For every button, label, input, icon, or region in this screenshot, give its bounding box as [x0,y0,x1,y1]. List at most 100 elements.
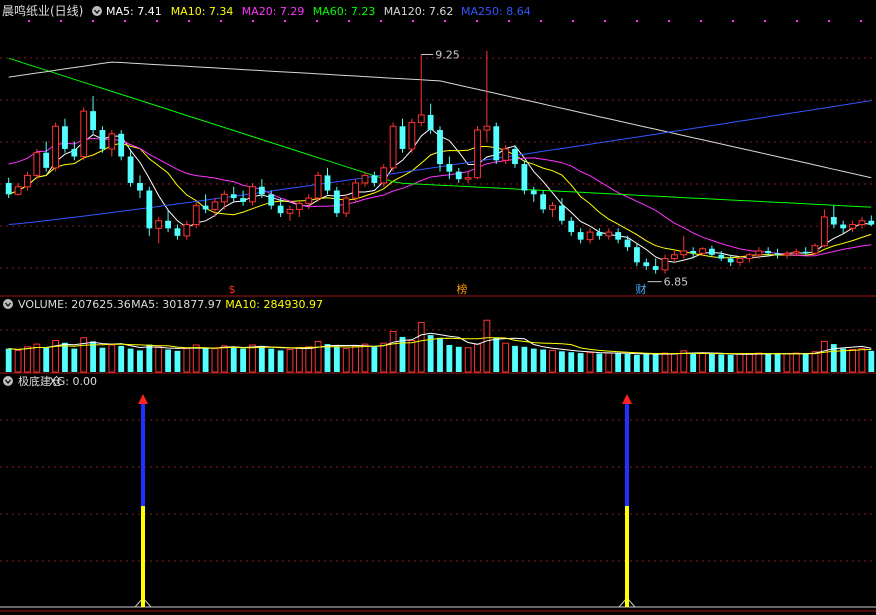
candle-body[interactable] [268,194,275,206]
volume-bar[interactable] [755,352,763,373]
candle-body[interactable] [586,231,594,241]
candle-body[interactable] [792,251,800,254]
candle-body[interactable] [399,126,406,149]
candle-body[interactable] [249,186,256,203]
candle-body[interactable] [33,152,41,176]
candle-body[interactable] [680,250,688,256]
volume-bar[interactable] [512,345,518,372]
candle-body[interactable] [71,148,78,157]
candle-body[interactable] [277,205,284,214]
volume-bar[interactable] [446,345,453,372]
volume-bar[interactable] [530,348,537,372]
volume-bar[interactable] [577,353,584,372]
volume-bar[interactable] [493,337,500,372]
candle-body[interactable] [155,220,163,229]
candle-body[interactable] [427,114,434,131]
candle-body[interactable] [643,262,650,267]
volume-bar[interactable] [155,346,163,373]
volume-bar[interactable] [709,354,715,372]
candle-body[interactable] [62,126,68,149]
candle-body[interactable] [437,130,443,165]
volume-bar[interactable] [62,342,68,372]
candle-body[interactable] [314,174,322,199]
volume-bar[interactable] [314,340,322,373]
volume-bar[interactable] [249,344,256,373]
volume-bar[interactable] [437,337,443,372]
candle-body[interactable] [821,216,828,247]
candle-body[interactable] [755,250,763,256]
candle-body[interactable] [868,220,875,225]
candle-body[interactable] [464,177,472,180]
candle-body[interactable] [52,125,59,169]
volume-bar[interactable] [802,353,809,372]
volume-bars[interactable] [5,319,875,373]
candle-body[interactable] [137,182,143,191]
candle-body[interactable] [849,224,856,229]
volume-bar[interactable] [615,353,622,372]
volume-bar[interactable] [33,343,41,373]
volume-bar[interactable] [549,349,556,373]
candle-body[interactable] [699,248,706,254]
candle-body[interactable] [408,121,416,150]
candle-body[interactable] [802,251,809,254]
volume-bar[interactable] [661,352,669,373]
volume-bar[interactable] [183,348,191,373]
volume-bar[interactable] [868,350,875,372]
candle-body[interactable] [858,220,866,226]
volume-bar[interactable] [474,343,481,373]
volume-bar[interactable] [792,352,800,373]
volume-bar[interactable] [71,348,78,372]
candle-body[interactable] [830,216,837,225]
volume-bar[interactable] [680,350,688,373]
candle-body[interactable] [342,197,350,214]
candle-body[interactable] [417,114,425,123]
candle-body[interactable] [230,194,237,199]
volume-bar[interactable] [765,354,772,372]
candle-body[interactable] [258,186,265,195]
volume-bar[interactable] [455,346,462,372]
candle-body[interactable] [211,201,219,210]
candle-body[interactable] [118,133,125,157]
volume-bar[interactable] [483,319,491,373]
volume-bar[interactable] [5,348,12,372]
candle-body[interactable] [146,190,153,229]
volume-bar[interactable] [90,341,96,372]
candle-body[interactable] [43,152,50,168]
candle-body[interactable] [5,182,12,195]
candle-body[interactable] [568,220,575,233]
candle-body[interactable] [709,248,715,255]
candle-body[interactable] [652,266,659,270]
candle-body[interactable] [305,197,313,204]
volume-bar[interactable] [14,349,22,373]
candle-body[interactable] [90,111,96,131]
candle-body[interactable] [174,228,181,236]
volume-bar[interactable] [258,345,265,372]
candle-body[interactable] [295,202,303,210]
candle-body[interactable] [690,250,697,254]
candle-body[interactable] [577,232,584,240]
candle-body[interactable] [371,175,378,183]
candle-body[interactable] [99,130,106,149]
candle-body[interactable] [718,254,725,259]
circle-collapse-icon[interactable] [3,299,13,309]
candle-body[interactable] [615,232,622,240]
volume-bar[interactable] [277,350,284,372]
candle-body[interactable] [446,164,453,172]
volume-bar[interactable] [652,354,659,372]
volume-bar[interactable] [211,348,219,373]
volume-bar[interactable] [371,346,378,372]
candle-body[interactable] [352,182,360,199]
volume-bar[interactable] [165,349,171,373]
circle-collapse-icon[interactable] [3,376,13,386]
volume-bar[interactable] [521,346,528,372]
volume-bar[interactable] [811,351,819,373]
volume-bar[interactable] [736,353,744,373]
volume-bar[interactable] [821,340,828,373]
volume-bar[interactable] [464,347,472,373]
volume-bar[interactable] [596,353,603,372]
volume-bar[interactable] [840,348,847,372]
volume-bar[interactable] [727,354,734,372]
candle-body[interactable] [192,205,200,226]
volume-bar[interactable] [99,347,106,372]
volume-bar[interactable] [137,350,143,372]
